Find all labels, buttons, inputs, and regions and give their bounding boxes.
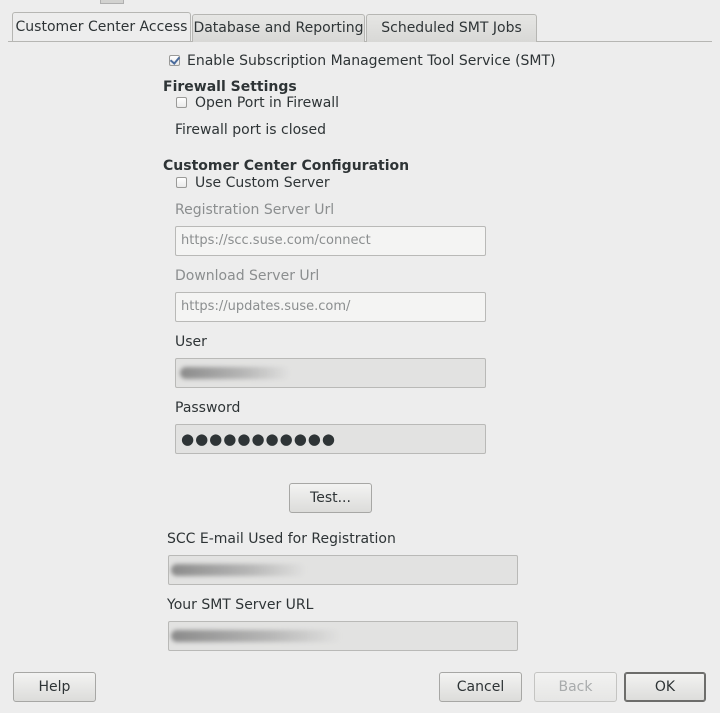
open-port-label: Open Port in Firewall: [195, 95, 340, 111]
smt-server-url-input[interactable]: [168, 621, 518, 651]
test-button[interactable]: Test...: [289, 483, 372, 513]
redacted-email-value: [171, 564, 306, 576]
use-custom-server-checkbox[interactable]: [176, 177, 187, 188]
enable-smt-checkbox[interactable]: [169, 55, 180, 66]
customer-center-config-heading: Customer Center Configuration: [163, 158, 410, 174]
redacted-server-url-value: [171, 630, 341, 642]
registration-url-input[interactable]: https://scc.suse.com/connect: [175, 226, 486, 256]
scc-email-label: SCC E-mail Used for Registration: [167, 531, 396, 547]
redacted-user-value: [180, 367, 290, 379]
firewall-settings-heading: Firewall Settings: [163, 79, 297, 95]
smt-server-url-label: Your SMT Server URL: [167, 597, 314, 613]
password-mask: ●●●●●●●●●●●: [181, 430, 336, 448]
enable-smt-label: Enable Subscription Management Tool Serv…: [187, 53, 556, 69]
tab-label: Customer Center Access: [15, 19, 188, 35]
tab-label: Database and Reporting: [193, 20, 364, 36]
tab-label: Scheduled SMT Jobs: [381, 20, 522, 36]
firewall-status-text: Firewall port is closed: [175, 122, 326, 138]
user-input[interactable]: [175, 358, 486, 388]
use-custom-server-label: Use Custom Server: [195, 175, 330, 191]
download-url-label: Download Server Url: [175, 268, 320, 284]
cancel-button[interactable]: Cancel: [439, 672, 522, 702]
window-top-fragment: [100, 0, 124, 4]
tab-scheduled-smt-jobs[interactable]: Scheduled SMT Jobs: [366, 14, 537, 42]
user-label: User: [175, 334, 207, 350]
ok-button[interactable]: OK: [624, 672, 706, 702]
scc-email-input[interactable]: [168, 555, 518, 585]
password-input[interactable]: ●●●●●●●●●●●: [175, 424, 486, 454]
tab-customer-center-access[interactable]: Customer Center Access: [12, 12, 191, 41]
download-url-input[interactable]: https://updates.suse.com/: [175, 292, 486, 322]
tab-database-and-reporting[interactable]: Database and Reporting: [192, 14, 365, 42]
open-port-checkbox[interactable]: [176, 97, 187, 108]
back-button[interactable]: Back: [534, 672, 617, 702]
registration-url-label: Registration Server Url: [175, 202, 335, 218]
help-button[interactable]: Help: [13, 672, 96, 702]
password-label: Password: [175, 400, 241, 416]
